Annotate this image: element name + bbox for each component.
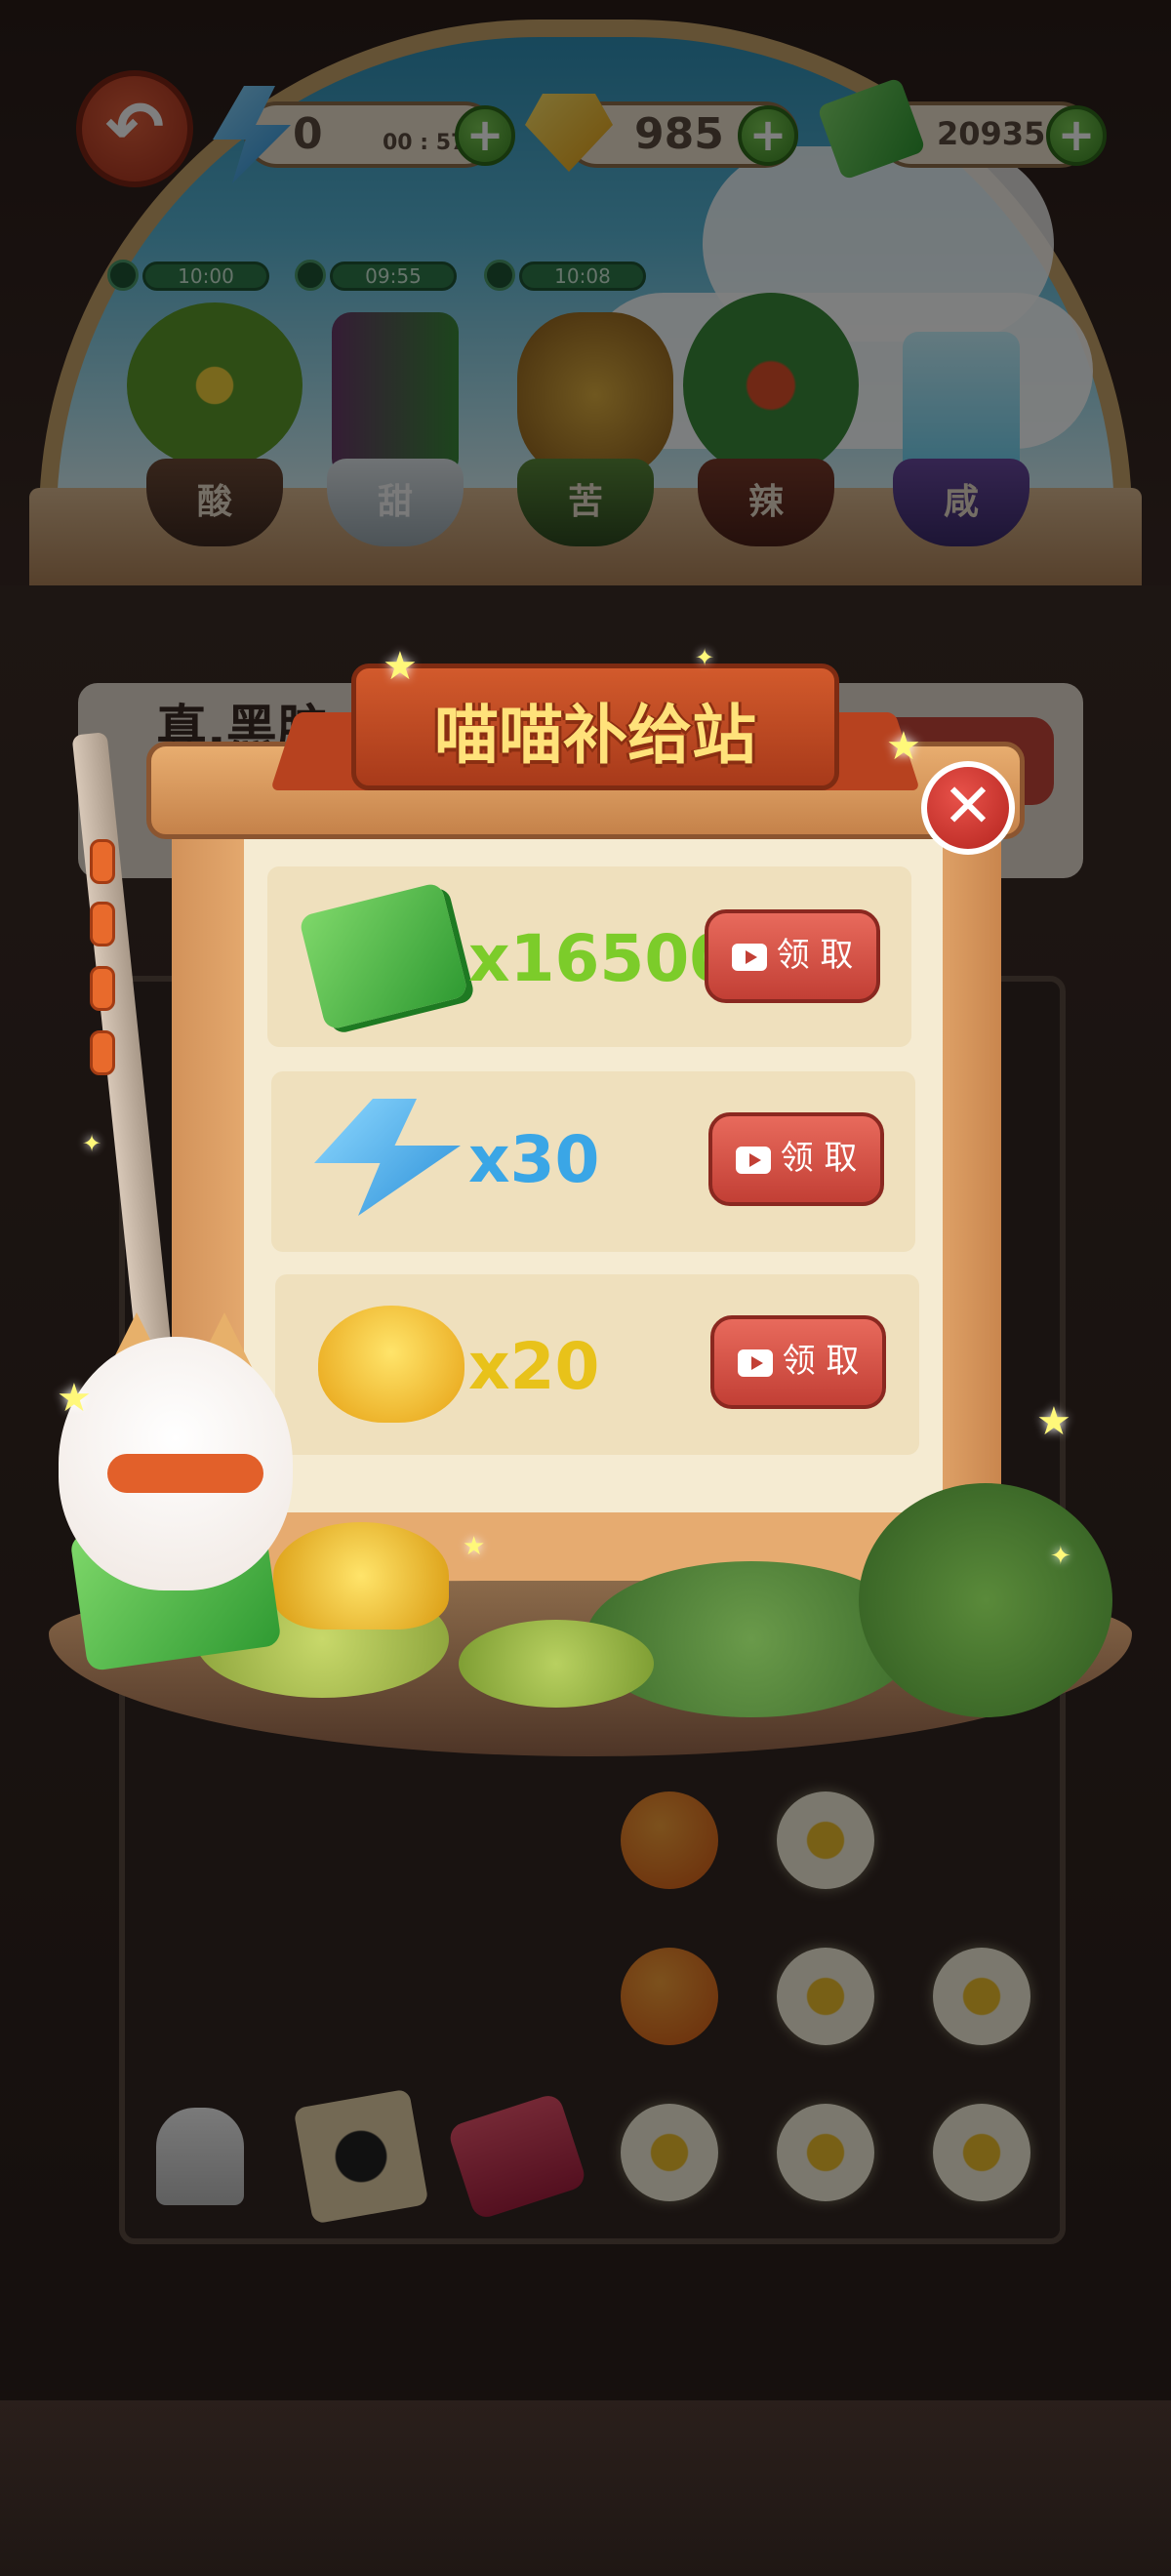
sparkle-icon: ★ (1036, 1399, 1071, 1444)
close-button[interactable]: ✕ (921, 761, 1015, 855)
video-ad-icon (737, 1348, 773, 1377)
sparkle-icon: ★ (463, 1532, 486, 1561)
sparkle-icon: ✦ (82, 1130, 102, 1157)
claim-energy-button[interactable]: 领 取 (708, 1112, 884, 1206)
lantern-icon (90, 839, 115, 884)
cat-collar (107, 1454, 263, 1493)
gold-nugget-icon (318, 1306, 464, 1423)
lantern-icon (90, 902, 115, 946)
sparkle-icon: ★ (383, 644, 418, 689)
lantern-icon (90, 966, 115, 1011)
bush (459, 1620, 654, 1708)
video-ad-icon (735, 1146, 771, 1174)
floor (0, 2400, 1171, 2576)
claim-label: 领 取 (776, 936, 854, 975)
claim-label: 领 取 (782, 1342, 860, 1381)
sparkle-icon: ★ (57, 1376, 92, 1421)
claim-label: 领 取 (780, 1139, 858, 1178)
sparkle-icon: ✦ (1050, 1542, 1071, 1571)
close-icon: ✕ (943, 770, 993, 841)
reward-amount: x30 (468, 1122, 600, 1197)
gold-pile (273, 1522, 449, 1630)
claim-cash-button[interactable]: 领 取 (705, 909, 880, 1003)
sparkle-icon: ✦ (695, 644, 715, 671)
lantern-icon (90, 1030, 115, 1075)
video-ad-icon (731, 943, 767, 971)
reward-amount: x20 (468, 1329, 600, 1404)
bush (859, 1483, 1112, 1717)
sparkle-icon: ★ (886, 724, 921, 769)
reward-amount: x16500 (468, 921, 735, 996)
claim-gold-button[interactable]: 领 取 (710, 1315, 886, 1409)
popup-title: 喵喵补给站 (434, 698, 756, 773)
